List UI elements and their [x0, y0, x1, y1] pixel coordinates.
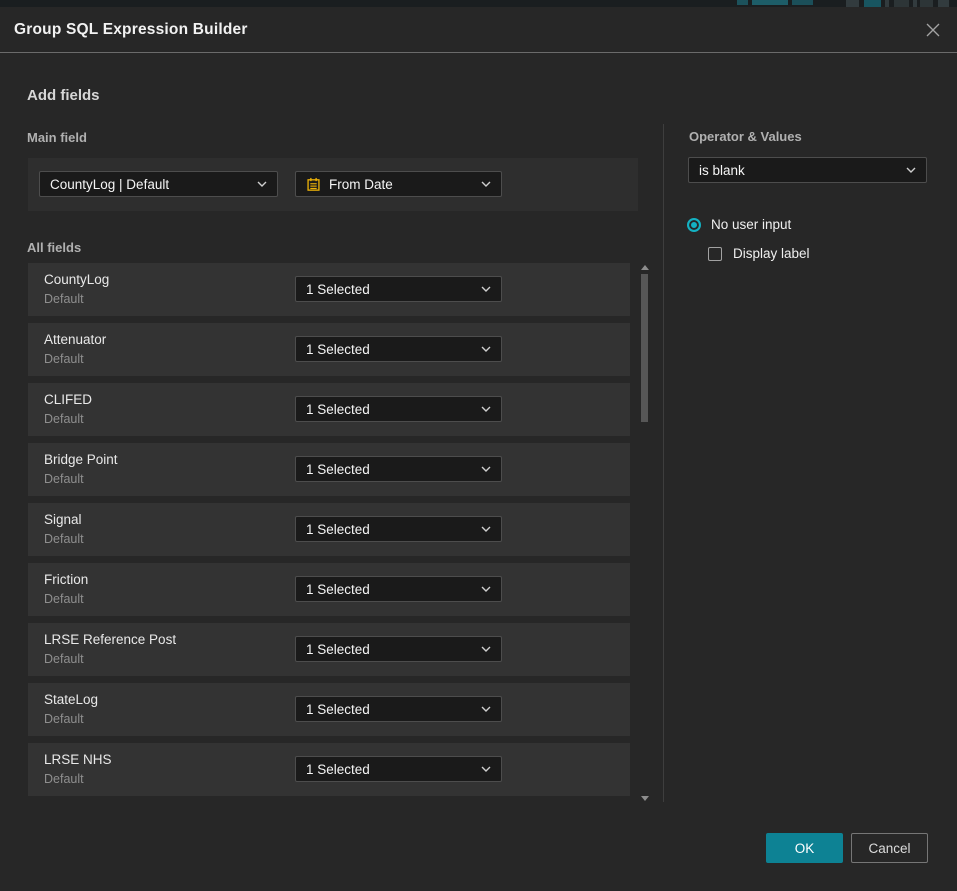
- background-accent: [792, 0, 813, 5]
- chevron-down-icon: [257, 181, 267, 187]
- all-fields-list: CountyLog Default 1 Selected Attenuator …: [28, 263, 630, 796]
- select-value: is blank: [699, 163, 898, 178]
- select-value: CountyLog | Default: [50, 177, 249, 192]
- main-layer-select[interactable]: CountyLog | Default: [39, 171, 278, 197]
- select-value: 1 Selected: [306, 762, 473, 777]
- add-fields-heading: Add fields: [27, 87, 100, 104]
- select-value: 1 Selected: [306, 402, 473, 417]
- field-row: Signal Default 1 Selected: [28, 503, 630, 556]
- chevron-down-icon: [481, 406, 491, 412]
- field-name: LRSE NHS: [44, 752, 112, 767]
- chevron-down-icon: [906, 167, 916, 173]
- background-accent: [864, 0, 881, 7]
- field-values-select[interactable]: 1 Selected: [295, 576, 502, 602]
- chevron-down-icon: [481, 706, 491, 712]
- field-name: StateLog: [44, 692, 98, 707]
- checkbox-unchecked-icon: [708, 247, 722, 261]
- chevron-down-icon: [481, 526, 491, 532]
- field-name: LRSE Reference Post: [44, 632, 176, 647]
- chevron-down-icon: [481, 346, 491, 352]
- field-values-select[interactable]: 1 Selected: [295, 276, 502, 302]
- field-name: Signal: [44, 512, 82, 527]
- ok-button[interactable]: OK: [766, 833, 843, 863]
- field-source-label: Default: [44, 772, 84, 786]
- background-accent: [913, 0, 917, 7]
- field-values-select[interactable]: 1 Selected: [295, 636, 502, 662]
- background-accent: [938, 0, 949, 7]
- field-name: CLIFED: [44, 392, 92, 407]
- display-label-checkbox[interactable]: Display label: [708, 246, 810, 261]
- dialog-title: Group SQL Expression Builder: [14, 7, 248, 53]
- select-value: 1 Selected: [306, 282, 473, 297]
- close-button[interactable]: [923, 20, 943, 40]
- field-row: LRSE Reference Post Default 1 Selected: [28, 623, 630, 676]
- field-name: Bridge Point: [44, 452, 118, 467]
- field-values-select[interactable]: 1 Selected: [295, 516, 502, 542]
- field-row: LRSE NHS Default 1 Selected: [28, 743, 630, 796]
- operator-values-heading: Operator & Values: [689, 129, 802, 144]
- chevron-down-icon: [481, 286, 491, 292]
- field-source-label: Default: [44, 652, 84, 666]
- background-accent: [752, 0, 788, 5]
- chevron-down-icon: [481, 181, 491, 187]
- field-values-select[interactable]: 1 Selected: [295, 396, 502, 422]
- scroll-down-icon[interactable]: [641, 796, 649, 801]
- radio-selected-icon: [687, 218, 701, 232]
- field-values-select[interactable]: 1 Selected: [295, 336, 502, 362]
- select-value: 1 Selected: [306, 522, 473, 537]
- field-values-select[interactable]: 1 Selected: [295, 456, 502, 482]
- background-accent: [894, 0, 909, 7]
- field-values-select[interactable]: 1 Selected: [295, 696, 502, 722]
- chevron-down-icon: [481, 466, 491, 472]
- close-icon: [925, 22, 941, 38]
- main-field-select[interactable]: From Date: [295, 171, 502, 197]
- scrollbar-thumb[interactable]: [641, 274, 648, 422]
- background-app-strip: [0, 0, 957, 7]
- field-row: CLIFED Default 1 Selected: [28, 383, 630, 436]
- field-values-select[interactable]: 1 Selected: [295, 756, 502, 782]
- main-field-label: Main field: [27, 130, 87, 145]
- background-accent: [737, 0, 748, 5]
- operator-select[interactable]: is blank: [688, 157, 927, 183]
- display-label-text: Display label: [733, 246, 810, 261]
- dialog-titlebar: Group SQL Expression Builder: [0, 7, 957, 53]
- background-accent: [846, 0, 859, 7]
- select-value: 1 Selected: [306, 702, 473, 717]
- calendar-icon: [306, 177, 321, 192]
- field-row: StateLog Default 1 Selected: [28, 683, 630, 736]
- scroll-up-icon[interactable]: [641, 265, 649, 270]
- all-fields-label: All fields: [27, 240, 81, 255]
- panel-divider: [663, 124, 664, 802]
- select-value: 1 Selected: [306, 642, 473, 657]
- background-accent: [920, 0, 933, 7]
- field-source-label: Default: [44, 532, 84, 546]
- field-source-label: Default: [44, 352, 84, 366]
- select-value: 1 Selected: [306, 582, 473, 597]
- field-source-label: Default: [44, 472, 84, 486]
- field-row: Friction Default 1 Selected: [28, 563, 630, 616]
- field-source-label: Default: [44, 292, 84, 306]
- screen: Group SQL Expression Builder Add fields …: [0, 0, 957, 891]
- no-user-input-label: No user input: [711, 217, 791, 232]
- field-name: Friction: [44, 572, 88, 587]
- field-source-label: Default: [44, 412, 84, 426]
- field-source-label: Default: [44, 712, 84, 726]
- field-row: Bridge Point Default 1 Selected: [28, 443, 630, 496]
- field-name: CountyLog: [44, 272, 109, 287]
- select-value: 1 Selected: [306, 342, 473, 357]
- select-value: From Date: [329, 177, 473, 192]
- chevron-down-icon: [481, 586, 491, 592]
- chevron-down-icon: [481, 766, 491, 772]
- field-row: Attenuator Default 1 Selected: [28, 323, 630, 376]
- select-value: 1 Selected: [306, 462, 473, 477]
- no-user-input-radio[interactable]: No user input: [687, 217, 791, 232]
- field-source-label: Default: [44, 592, 84, 606]
- background-accent: [885, 0, 889, 7]
- fields-list-scrollbar[interactable]: [640, 261, 649, 803]
- chevron-down-icon: [481, 646, 491, 652]
- field-name: Attenuator: [44, 332, 106, 347]
- field-row: CountyLog Default 1 Selected: [28, 263, 630, 316]
- cancel-button[interactable]: Cancel: [851, 833, 928, 863]
